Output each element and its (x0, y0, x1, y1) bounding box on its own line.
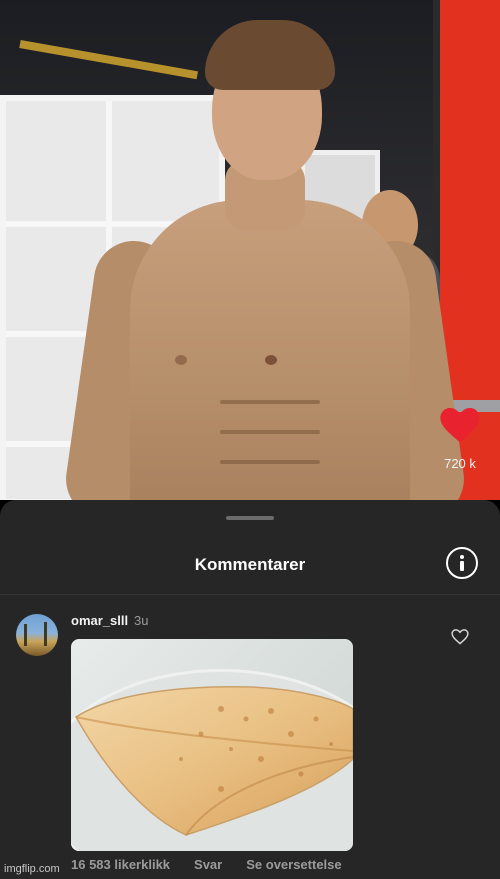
info-icon[interactable] (446, 547, 478, 579)
comment-like-count: 16 583 likerklikk (71, 857, 171, 872)
comment-actions: 16 583 likerklikk Svar Se oversettelse (71, 857, 342, 872)
divider (0, 594, 500, 595)
drag-handle[interactable] (226, 516, 274, 520)
comment-timestamp: 3u (134, 613, 149, 628)
video-frame[interactable]: 720 k (0, 0, 500, 500)
heart-icon[interactable] (440, 408, 480, 444)
like-count: 720 k (444, 456, 476, 471)
heart-outline-icon[interactable] (451, 629, 469, 645)
comments-sheet: Kommentarer omar_slll 3u 16 583 likerkli… (0, 500, 500, 879)
reply-button[interactable]: Svar (194, 857, 222, 872)
comment-username[interactable]: omar_slll (71, 613, 128, 628)
watermark: imgflip.com (4, 863, 60, 875)
see-translation-button[interactable]: Se oversettelse (246, 857, 341, 872)
sheet-title: Kommentarer (194, 555, 306, 574)
avatar[interactable] (16, 614, 58, 656)
comment-image[interactable] (71, 639, 353, 851)
video-subject (60, 10, 470, 500)
